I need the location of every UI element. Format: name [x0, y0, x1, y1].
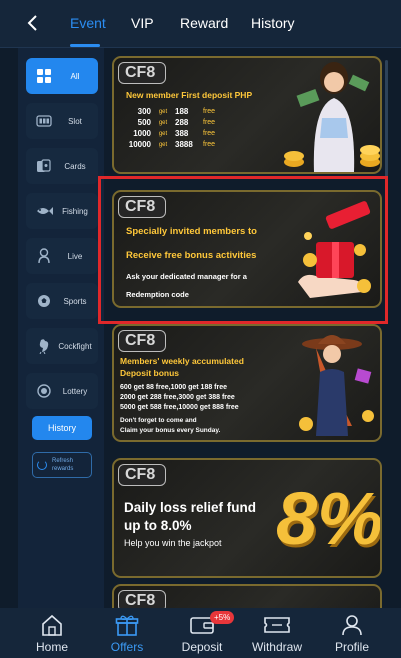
- gift-icon: [115, 614, 139, 636]
- offer-title-line-2: up to 8.0%: [124, 518, 192, 533]
- nav-withdraw[interactable]: Withdraw: [247, 614, 307, 656]
- offer-line-1: Specially invited members to: [126, 226, 257, 237]
- nav-profile[interactable]: Profile: [322, 614, 382, 656]
- lottery-icon: [32, 384, 56, 398]
- table-row: 10000 get 3888 free: [128, 140, 216, 149]
- offer-row: 2000 get 288 free,3000 get 388 free: [120, 394, 235, 401]
- refresh-icon: [37, 460, 47, 470]
- person-icon: [341, 614, 363, 636]
- tab-vip[interactable]: VIP: [131, 15, 154, 31]
- top-header: Event VIP Reward History: [0, 0, 401, 48]
- sidebar-item-slot[interactable]: Slot: [26, 103, 98, 139]
- chevron-left-icon: [27, 15, 37, 31]
- hostess-illustration: [284, 62, 380, 172]
- live-dealer-icon: [32, 248, 56, 264]
- tab-reward[interactable]: Reward: [180, 15, 228, 31]
- offer-card-daily-loss-relief[interactable]: CF8 Daily loss relief fund up to 8.0% He…: [112, 458, 382, 578]
- deposit-bonus-badge: +5%: [210, 611, 235, 624]
- offer-big-percent: 8%: [276, 477, 382, 560]
- sidebar-item-label: Cockfight: [58, 341, 92, 351]
- sidebar-item-cockfight[interactable]: Cockfight: [26, 328, 98, 364]
- sidebar-item-cards[interactable]: Cards: [26, 148, 98, 184]
- grid-icon: [32, 69, 56, 83]
- category-sidebar: All Slot Cards Fishing Live Sports Cockf…: [18, 48, 104, 608]
- history-button[interactable]: History: [32, 416, 92, 440]
- sidebar-item-label: Slot: [68, 116, 82, 126]
- slot-machine-icon: [32, 115, 56, 127]
- sidebar-item-label: Fishing: [62, 206, 88, 216]
- home-icon: [40, 614, 64, 636]
- sidebar-item-lottery[interactable]: Lottery: [26, 373, 98, 409]
- cards-icon: [32, 159, 56, 173]
- sidebar-item-label: Cards: [64, 161, 86, 171]
- soccer-ball-icon: [32, 294, 56, 308]
- withdraw-ticket-icon: [263, 614, 291, 636]
- rooster-icon: [32, 338, 56, 354]
- offer-card-partial[interactable]: CF8: [112, 584, 382, 608]
- scrollbar[interactable]: [385, 60, 388, 260]
- brand-badge: CF8: [118, 62, 167, 84]
- table-row: 500 get 288 free: [137, 118, 216, 127]
- tab-event[interactable]: Event: [70, 15, 106, 31]
- offer-card-invited-members[interactable]: CF8 Specially invited members to Receive…: [112, 190, 382, 308]
- offer-title: New member First deposit PHP: [126, 90, 253, 100]
- offer-line-2: Receive free bonus activities: [126, 250, 257, 261]
- offer-subtitle: Help you win the jackpot: [124, 538, 222, 548]
- nav-offers[interactable]: Offers: [97, 614, 157, 656]
- nav-home[interactable]: Home: [22, 614, 82, 656]
- sidebar-item-sports[interactable]: Sports: [26, 283, 98, 319]
- table-row: 1000 get 388 free: [133, 129, 216, 138]
- sidebar-item-label: Live: [67, 251, 83, 261]
- offer-note-line-1: Don't forget to come and: [120, 417, 197, 424]
- table-row: 300 get 188 free: [137, 107, 216, 116]
- sidebar-item-label: Lottery: [62, 386, 88, 396]
- nav-label: Profile: [334, 640, 369, 654]
- bottom-nav: Home Offers Deposit Withdraw Profile: [0, 608, 401, 658]
- active-tab-indicator: [70, 44, 100, 47]
- tab-history[interactable]: History: [251, 15, 295, 31]
- brand-badge: CF8: [118, 590, 167, 608]
- gift-box-illustration: [298, 201, 371, 298]
- brand-badge: CF8: [118, 464, 167, 486]
- back-button[interactable]: [22, 12, 44, 34]
- sidebar-item-fishing[interactable]: Fishing: [26, 193, 98, 229]
- offer-card-first-deposit[interactable]: CF8 New member First deposit PHP 300 get 1…: [112, 56, 382, 174]
- offer-note-line-2: Claim your bonus every Sunday.: [120, 427, 221, 434]
- offer-title-line-1: Daily loss relief fund: [124, 500, 257, 515]
- brand-badge: CF8: [118, 330, 167, 352]
- offer-line-4: Redemption code: [126, 290, 189, 299]
- offers-list: CF8 New member First deposit PHP 300 get 1…: [108, 48, 390, 608]
- sidebar-item-live[interactable]: Live: [26, 238, 98, 274]
- nav-label: Deposit: [181, 640, 223, 654]
- fish-icon: [32, 205, 56, 217]
- refresh-label-line1: Refresh: [52, 458, 74, 464]
- sidebar-item-all[interactable]: All: [26, 58, 98, 94]
- refresh-rewards-button[interactable]: Refresh rewards: [32, 452, 92, 478]
- sidebar-item-label: Sports: [63, 296, 87, 306]
- offer-line-3: Ask your dedicated manager for a: [126, 272, 247, 281]
- nav-label: Offers: [110, 640, 144, 654]
- brand-badge: CF8: [118, 196, 167, 218]
- nav-label: Withdraw: [251, 640, 302, 654]
- nav-label: Home: [35, 640, 68, 654]
- deposit-bonus-table: 300 get 188 free 500 get 288 free 1000 get 388 fr…: [127, 106, 215, 150]
- refresh-label-line2: rewards: [52, 466, 74, 472]
- offer-card-weekly-deposit[interactable]: CF8 Members' weekly accumulated Deposit …: [112, 324, 382, 442]
- offer-title-line-1: Members' weekly accumulated: [120, 356, 244, 366]
- sidebar-item-label: All: [70, 71, 80, 81]
- offer-row: 600 get 88 free,1000 get 188 free: [120, 384, 228, 391]
- cowgirl-illustration: [299, 335, 374, 436]
- offer-row: 5000 get 588 free,10000 get 888 free: [120, 404, 239, 411]
- offer-title-line-2: Deposit bonus: [120, 368, 180, 378]
